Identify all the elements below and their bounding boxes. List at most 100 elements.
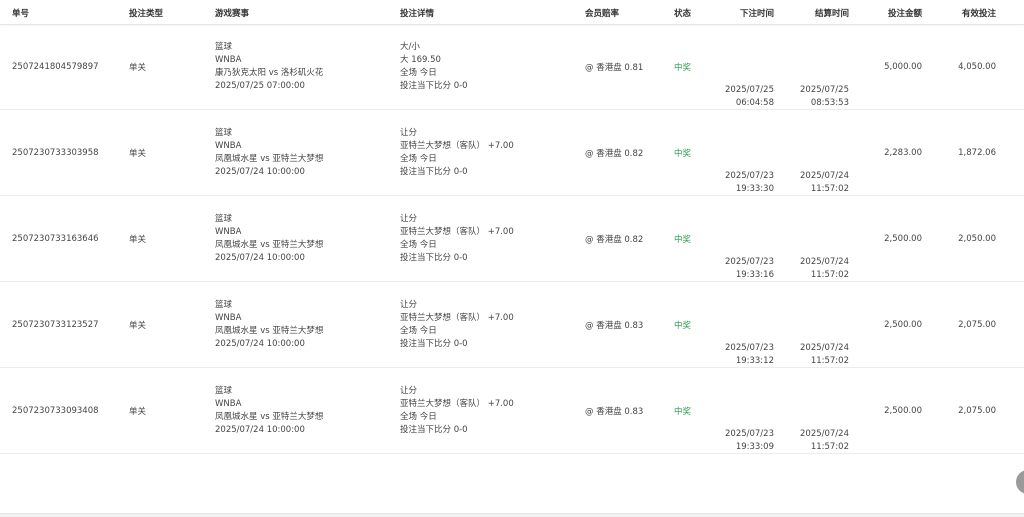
table-footer-divider — [0, 513, 1024, 517]
status-text: 中奖 — [674, 235, 692, 245]
settled-time-line: 2025/07/24 — [800, 257, 849, 267]
valid-bet: 2,075.00 — [958, 406, 996, 416]
column-header-bet-type: 投注类型 — [129, 8, 164, 19]
column-header-placed-time: 下注时间 — [739, 8, 774, 19]
placed-time-line: 19:33:12 — [735, 356, 774, 366]
status-text: 中奖 — [674, 407, 692, 417]
bet-detail: 让分 亚特兰大梦想（客队） +7.00 全场 今日 投注当下比分 0-0 — [400, 196, 580, 282]
bet-detail-line: 让分 — [400, 214, 418, 224]
bet-detail-line: 让分 — [400, 300, 418, 310]
bet-amount: 2,500.00 — [884, 234, 922, 244]
game-info-line: WNBA — [215, 141, 242, 151]
placed-time: 2025/07/25 06:04:58 — [720, 24, 774, 110]
settled-time-line: 2025/07/25 — [800, 85, 849, 95]
bet-amount: 2,283.00 — [884, 148, 922, 158]
status-text: 中奖 — [674, 63, 692, 73]
game-info-line: WNBA — [215, 313, 242, 323]
table-row[interactable]: 2507230733123527 单关 篮球 WNBA 凤凰城水星 vs 亚特兰大梦想 2… — [0, 282, 1024, 368]
game-info-line: 康乃狄克太阳 vs 洛杉矶火花 — [215, 68, 324, 78]
member-odds: @ 香港盘 0.81 — [585, 63, 644, 73]
bet-detail: 大/小大 169.50 全场 今日投注当下比分 0-0 — [400, 24, 580, 110]
game-info-line: 凤凰城水星 vs 亚特兰大梦想 — [215, 326, 324, 336]
column-header-odds: 会员赔率 — [585, 8, 620, 19]
game-info-line: WNBA — [215, 399, 242, 409]
placed-time-line: 19:33:30 — [735, 184, 774, 194]
placed-time-line: 06:04:58 — [735, 98, 774, 108]
settled-time-line: 08:53:53 — [810, 98, 849, 108]
bet-detail: 让分 亚特兰大梦想（客队） +7.00 全场 今日 投注当下比分 0-0 — [400, 110, 580, 196]
column-header-game: 游戏赛事 — [215, 8, 250, 19]
game-info-line: 凤凰城水星 vs 亚特兰大梦想 — [215, 154, 324, 164]
table-row[interactable]: 2507230733163646 单关 篮球 WNBA 凤凰城水星 vs 亚特兰大梦想 2… — [0, 196, 1024, 282]
bet-detail: 让分 亚特兰大梦想（客队） +7.00 全场 今日 投注当下比分 0-0 — [400, 368, 580, 454]
column-header-settled-time: 结算时间 — [814, 8, 849, 19]
bet-amount: 5,000.00 — [884, 62, 922, 72]
bet-amount: 2,500.00 — [884, 320, 922, 330]
bet-amount: 2,500.00 — [884, 406, 922, 416]
game-info: 篮球 WNBA 凤凰城水星 vs 亚特兰大梦想 2025/07/24 10:00:00 — [215, 368, 385, 454]
table-header: 单号 投注类型 游戏赛事 投注详情 会员赔率 状态 下注时间 结算时间 投注金额… — [0, 0, 1024, 25]
game-info: 篮球 WNBA 凤凰城水星 vs 亚特兰大梦想 2025/07/24 10:00:00 — [215, 282, 385, 368]
table-row[interactable]: 2507241804579897 单关 篮球 WNBA 康乃狄克太阳 vs 洛杉矶火花 2… — [0, 24, 1024, 110]
game-info-line: 篮球 — [215, 128, 233, 138]
table-row[interactable]: 2507230733303958 单关 篮球 WNBA 凤凰城水星 vs 亚特兰大梦想 2… — [0, 110, 1024, 196]
placed-time-line: 2025/07/25 — [725, 85, 774, 95]
bet-type: 单关 — [129, 235, 147, 245]
column-header-order-no: 单号 — [12, 8, 30, 19]
bet-detail-line: 让分 — [400, 386, 418, 396]
settled-time-line: 2025/07/24 — [800, 429, 849, 439]
placed-time: 2025/07/23 19:33:30 — [720, 110, 774, 196]
game-info-line: 凤凰城水星 vs 亚特兰大梦想 — [215, 240, 324, 250]
game-info-line: 凤凰城水星 vs 亚特兰大梦想 — [215, 412, 324, 422]
order-number: 2507230733303958 — [12, 148, 99, 158]
game-info: 篮球 WNBA 康乃狄克太阳 vs 洛杉矶火花 2025/07/25 07:00:00 — [215, 24, 385, 110]
game-info-line: 篮球 — [215, 42, 233, 52]
bet-detail-line: 全场 今日 — [400, 412, 437, 422]
member-odds: @ 香港盘 0.82 — [585, 235, 644, 245]
placed-time-line: 19:33:09 — [735, 442, 774, 452]
game-info-line: 2025/07/24 10:00:00 — [215, 425, 305, 435]
valid-bet: 1,872.06 — [958, 148, 996, 158]
bet-detail-line: 投注当下比分 0-0 — [400, 81, 468, 91]
bet-detail-line: 投注当下比分 0-0 — [400, 253, 468, 263]
placed-time-line: 2025/07/23 — [725, 257, 774, 267]
settled-time-line: 11:57:02 — [810, 184, 849, 194]
placed-time-line: 2025/07/23 — [725, 343, 774, 353]
bet-detail: 让分 亚特兰大梦想（客队） +7.00 全场 今日 投注当下比分 0-0 — [400, 282, 580, 368]
game-info-line: 2025/07/24 10:00:00 — [215, 167, 305, 177]
game-info-line: WNBA — [215, 227, 242, 237]
game-info-line: 篮球 — [215, 300, 233, 310]
settled-time-line: 11:57:02 — [810, 270, 849, 280]
settled-time-line: 2025/07/24 — [800, 343, 849, 353]
settled-time-line: 11:57:02 — [810, 356, 849, 366]
bet-history-table: 单号 投注类型 游戏赛事 投注详情 会员赔率 状态 下注时间 结算时间 投注金额… — [0, 0, 1024, 517]
placed-time: 2025/07/23 19:33:16 — [720, 196, 774, 282]
bet-type: 单关 — [129, 321, 147, 331]
game-info: 篮球 WNBA 凤凰城水星 vs 亚特兰大梦想 2025/07/24 10:00:00 — [215, 196, 385, 282]
settled-time: 2025/07/24 11:57:02 — [795, 368, 849, 454]
bet-detail-line: 亚特兰大梦想（客队） +7.00 — [400, 141, 514, 151]
bet-detail-line: 投注当下比分 0-0 — [400, 339, 468, 349]
settled-time-line: 11:57:02 — [810, 442, 849, 452]
bet-detail-line: 全场 今日 — [400, 68, 437, 78]
settled-time-line: 2025/07/24 — [800, 171, 849, 181]
game-info: 篮球 WNBA 凤凰城水星 vs 亚特兰大梦想 2025/07/24 10:00:00 — [215, 110, 385, 196]
placed-time: 2025/07/23 19:33:12 — [720, 282, 774, 368]
bet-type: 单关 — [129, 149, 147, 159]
member-odds: @ 香港盘 0.82 — [585, 149, 644, 159]
bet-detail-line: 全场 今日 — [400, 326, 437, 336]
member-odds: @ 香港盘 0.83 — [585, 321, 644, 331]
table-row[interactable]: 2507230733093408 单关 篮球 WNBA 凤凰城水星 vs 亚特兰大梦想 2… — [0, 368, 1024, 454]
game-info-line: 2025/07/24 10:00:00 — [215, 339, 305, 349]
settled-time: 2025/07/24 11:57:02 — [795, 196, 849, 282]
game-info-line: WNBA — [215, 55, 242, 65]
game-info-line: 篮球 — [215, 214, 233, 224]
column-header-valid-bet: 有效投注 — [961, 8, 996, 19]
game-info-line: 篮球 — [215, 386, 233, 396]
column-header-status: 状态 — [674, 8, 692, 19]
bet-detail-line: 投注当下比分 0-0 — [400, 167, 468, 177]
bet-detail-line: 大/小 — [400, 42, 420, 52]
placed-time-line: 2025/07/23 — [725, 171, 774, 181]
order-number: 2507230733123527 — [12, 320, 99, 330]
scroll-handle[interactable] — [1016, 470, 1024, 494]
